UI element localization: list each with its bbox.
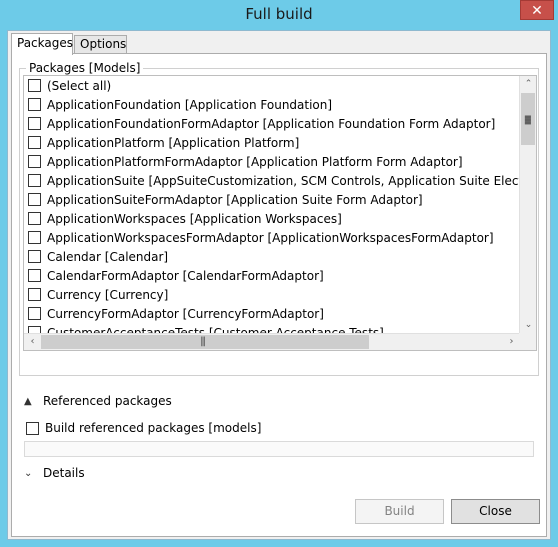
- package-list-item[interactable]: ApplicationFoundation [Application Found…: [28, 95, 332, 114]
- grip-icon: ▬ ▬ ▬: [524, 112, 532, 127]
- referenced-packages-header: Referenced packages: [43, 394, 172, 408]
- build-referenced-label: Build referenced packages [models]: [45, 421, 262, 435]
- build-button[interactable]: Build: [355, 499, 444, 524]
- vertical-scroll-thumb[interactable]: ▬ ▬ ▬: [521, 93, 535, 145]
- package-list-item[interactable]: ApplicationFoundationFormAdaptor [Applic…: [28, 114, 495, 133]
- details-expander[interactable]: ⌄ Details: [24, 466, 85, 480]
- package-label: ApplicationFoundationFormAdaptor [Applic…: [47, 116, 496, 131]
- title-bar[interactable]: Full build ✕: [0, 0, 558, 28]
- packages-group-legend: Packages [Models]: [26, 61, 144, 75]
- package-label: (Select all): [47, 78, 112, 93]
- package-checkbox[interactable]: [28, 174, 41, 187]
- package-list-item[interactable]: CurrencyFormAdaptor [CurrencyFormAdaptor…: [28, 304, 324, 323]
- package-list-item[interactable]: ApplicationPlatform [Application Platfor…: [28, 133, 299, 152]
- close-button[interactable]: Close: [451, 499, 540, 524]
- packages-listbox[interactable]: (Select all) ApplicationFoundation [Appli…: [23, 75, 537, 351]
- details-header: Details: [43, 466, 85, 480]
- package-list-item[interactable]: ApplicationSuite [AppSuiteCustomization,…: [28, 171, 537, 190]
- package-list-item[interactable]: ApplicationWorkspaces [Application Works…: [28, 209, 342, 228]
- dialog-client-area: Packages Options Packages [Models] (Sele…: [7, 30, 551, 540]
- package-list-item[interactable]: Calendar [Calendar]: [28, 247, 168, 266]
- package-label: ApplicationWorkspaces [Application Works…: [47, 211, 342, 226]
- chevron-left-icon[interactable]: ‹: [24, 334, 41, 350]
- tab-options[interactable]: Options: [74, 35, 127, 54]
- package-checkbox[interactable]: [28, 269, 41, 282]
- tab-packages[interactable]: Packages: [11, 33, 73, 55]
- window-title: Full build: [245, 5, 313, 23]
- package-checkbox[interactable]: [28, 98, 41, 111]
- package-checkbox[interactable]: [28, 288, 41, 301]
- package-list-item[interactable]: ApplicationSuiteFormAdaptor [Application…: [28, 190, 423, 209]
- caret-down-icon: ⌄: [24, 467, 33, 479]
- package-checkbox[interactable]: [28, 117, 41, 130]
- vertical-scrollbar[interactable]: ⌃ ▬ ▬ ▬ ⌄: [519, 76, 536, 334]
- package-list-item[interactable]: ApplicationPlatformFormAdaptor [Applicat…: [28, 152, 463, 171]
- package-label: ApplicationPlatformFormAdaptor [Applicat…: [47, 154, 463, 169]
- package-label: ApplicationWorkspacesFormAdaptor [Applic…: [47, 230, 494, 245]
- package-checkbox[interactable]: [28, 231, 41, 244]
- chevron-right-icon[interactable]: ›: [503, 334, 520, 350]
- package-checkbox[interactable]: [28, 79, 41, 92]
- package-label: ApplicationPlatform [Application Platfor…: [47, 135, 300, 150]
- package-checkbox[interactable]: [28, 212, 41, 225]
- referenced-packages-expander[interactable]: ▲ Referenced packages: [24, 394, 172, 408]
- package-label: Currency [Currency]: [47, 287, 169, 302]
- chevron-up-icon[interactable]: ⌃: [520, 76, 536, 93]
- package-list-item[interactable]: Currency [Currency]: [28, 285, 168, 304]
- package-list-item[interactable]: (Select all): [28, 76, 111, 95]
- package-label: ApplicationFoundation [Application Found…: [47, 97, 333, 112]
- build-referenced-checkbox[interactable]: [26, 421, 39, 435]
- horizontal-scrollbar[interactable]: ‹ ||| ›: [24, 333, 520, 350]
- package-checkbox[interactable]: [28, 193, 41, 206]
- package-checkbox[interactable]: [28, 307, 41, 320]
- packages-groupbox: Packages [Models] (Select all) Applicatio…: [19, 61, 539, 376]
- package-label: Calendar [Calendar]: [47, 249, 169, 264]
- package-label: ApplicationSuite [AppSuiteCustomization,…: [47, 173, 537, 188]
- caret-up-icon: ▲: [24, 395, 32, 407]
- package-label: CurrencyFormAdaptor [CurrencyFormAdaptor…: [47, 306, 324, 321]
- full-build-dialog: Full build ✕ Packages Options Packages […: [0, 0, 558, 547]
- build-referenced-checkbox-row[interactable]: Build referenced packages [models]: [26, 421, 261, 435]
- package-label: ApplicationSuiteFormAdaptor [Application…: [47, 192, 423, 207]
- chevron-down-icon[interactable]: ⌄: [520, 317, 536, 334]
- package-checkbox[interactable]: [28, 136, 41, 149]
- window-close-button[interactable]: ✕: [520, 0, 554, 20]
- grip-icon: |||: [200, 336, 206, 347]
- scrollbar-corner: [519, 333, 536, 350]
- package-checkbox[interactable]: [28, 155, 41, 168]
- package-checkbox[interactable]: [28, 250, 41, 263]
- package-list-item[interactable]: ApplicationWorkspacesFormAdaptor [Applic…: [28, 228, 494, 247]
- build-progress-bar: [24, 441, 534, 457]
- package-label: CalendarFormAdaptor [CalendarFormAdaptor…: [47, 268, 324, 283]
- packages-tab-panel: Packages [Models] (Select all) Applicatio…: [11, 53, 547, 537]
- horizontal-scroll-thumb[interactable]: |||: [41, 335, 369, 349]
- package-list-item[interactable]: CalendarFormAdaptor [CalendarFormAdaptor…: [28, 266, 324, 285]
